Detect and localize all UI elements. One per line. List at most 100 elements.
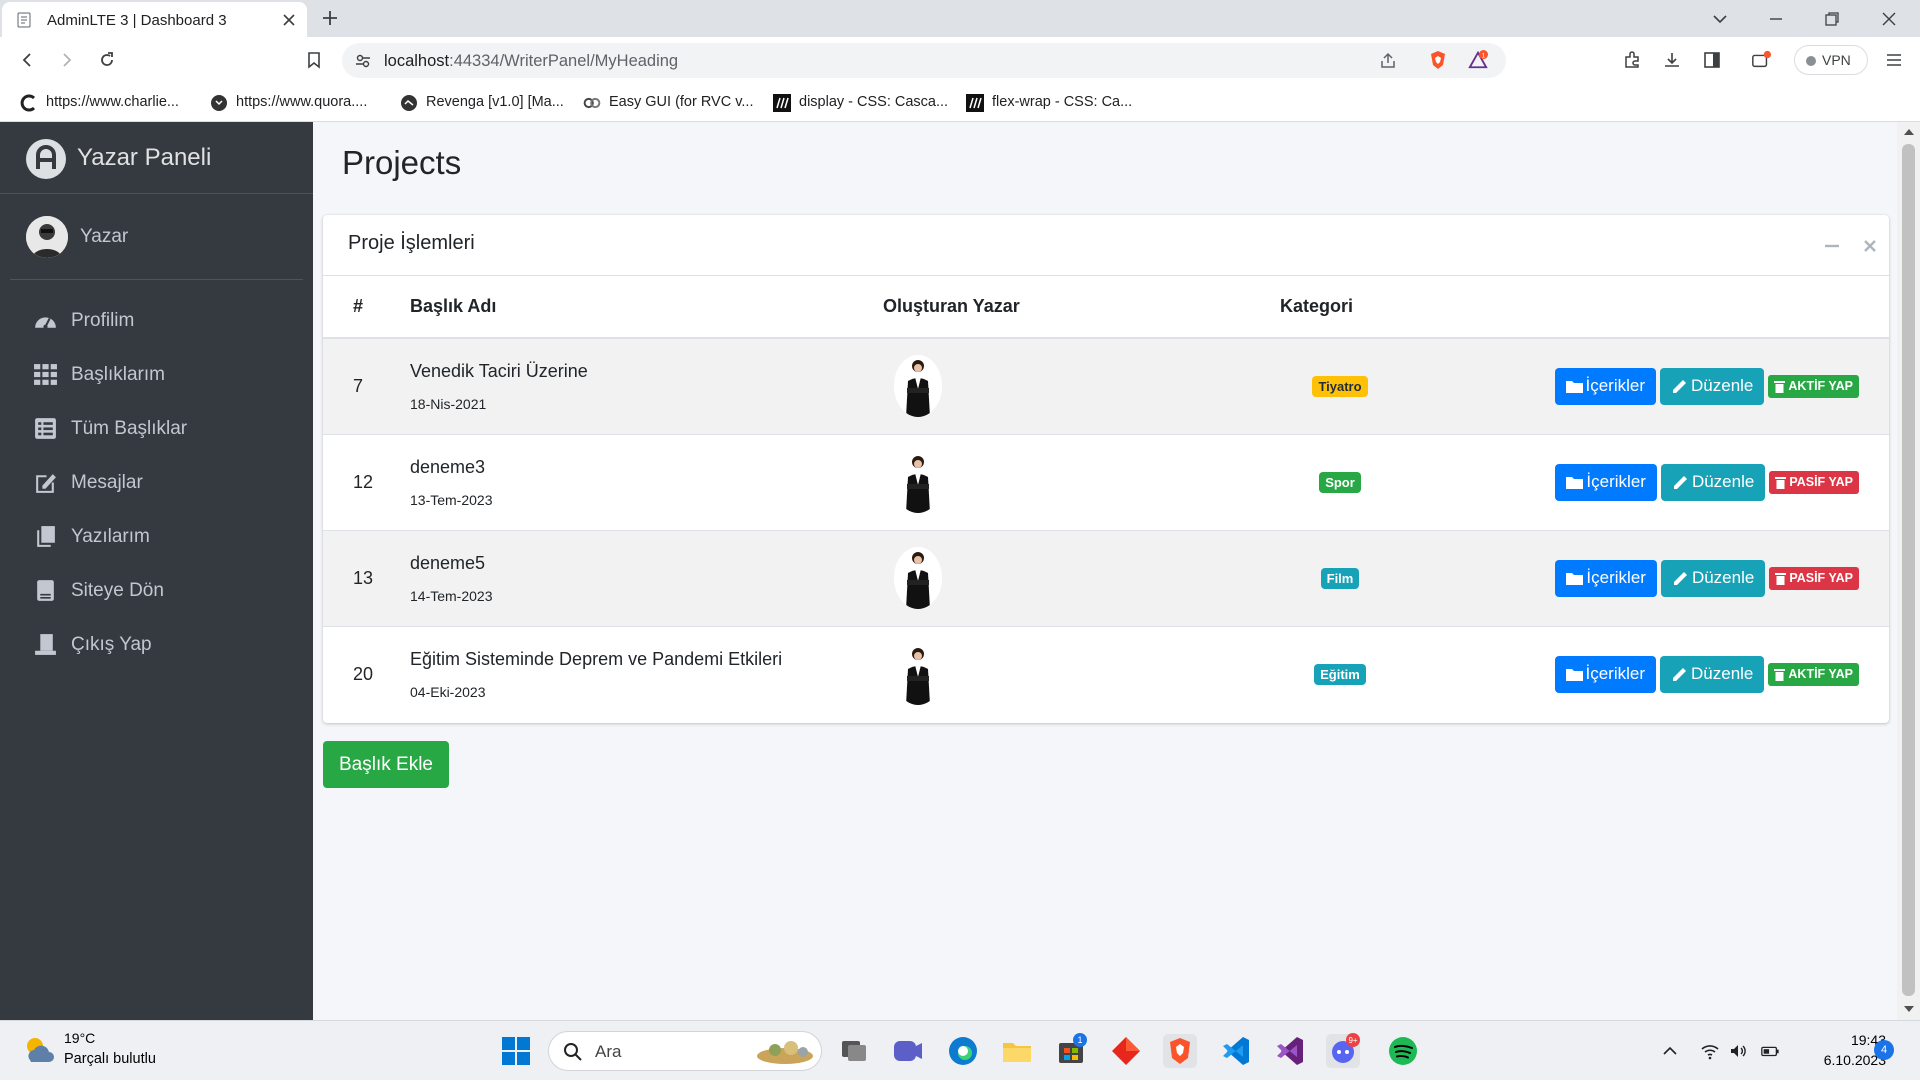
sidebar-item-yazilarim[interactable]: Yazılarım [10,510,303,564]
partly-cloudy-icon[interactable] [22,1034,56,1066]
sidebar-item-basliklarim[interactable]: Başlıklarım [10,348,303,402]
close-tab-icon[interactable] [282,13,296,27]
discord-badge: 9+ [1348,1036,1357,1045]
table-row: 7 Venedik Taciri Üzerine 18-Nis-2021 Tiyatr… [323,338,1889,434]
app-red-diamond-icon[interactable] [1106,1031,1146,1071]
sidebar-item-profilim[interactable]: Profilim [10,294,303,348]
card-header: Proje İşlemleri [323,215,1889,276]
sidebar-item-cikis-yap[interactable]: Çıkış Yap [10,618,303,672]
page-scrollbar[interactable] [1897,122,1920,1020]
status-label: PASİF YAP [1789,571,1853,585]
task-view-icon[interactable] [834,1031,874,1071]
wallet-icon[interactable] [1751,50,1771,70]
edge-icon[interactable] [943,1031,983,1071]
row-id: 20 [353,663,374,684]
status-toggle-button[interactable]: AKTİF YAP [1768,662,1859,686]
table-header-row: # Başlık Adı Oluşturan Yazar Kategori [323,276,1889,339]
address-bar[interactable]: localhost:44334/WriterPanel/MyHeading 1 [342,43,1506,78]
edit-button[interactable]: Düzenle [1660,367,1765,405]
notification-badge[interactable]: 4 [1874,1040,1894,1060]
contents-button[interactable]: İçerikler [1554,655,1657,693]
status-label: AKTİF YAP [1788,667,1853,682]
visual-studio-icon[interactable] [1269,1031,1309,1071]
discord-icon[interactable]: 9+ [1323,1031,1363,1071]
sidebar-item-mesajlar[interactable]: Mesajlar [10,456,303,510]
scroll-up-arrow[interactable] [1904,129,1914,135]
charlie-icon [20,94,36,112]
restore-icon[interactable] [1823,10,1841,28]
row-actions-cell: İçerikler Düzenle PASİF YAP [1489,434,1889,530]
tab-search-chevron-icon[interactable] [1711,10,1729,28]
windows-start-icon[interactable] [496,1031,536,1071]
row-title: deneme5 [410,552,486,573]
bookmark-icon[interactable] [304,50,324,70]
site-settings-icon[interactable] [354,52,372,70]
status-toggle-button[interactable]: PASİF YAP [1769,566,1859,590]
reload-icon[interactable] [97,50,117,70]
search-highlight-icon [757,1041,813,1064]
scroll-down-arrow[interactable] [1904,1006,1914,1012]
edit-label: Düzenle [1691,568,1755,587]
download-icon[interactable] [1662,50,1682,70]
browser-tab[interactable]: AdminLTE 3 | Dashboard 3 [2,2,307,37]
sidebar-item-label: Çıkış Yap [71,634,152,655]
forward-icon[interactable] [57,50,77,70]
book-icon [37,580,54,601]
spotify-icon[interactable] [1383,1031,1423,1071]
user-panel[interactable]: Yazar [10,194,303,280]
brave-shield-icon[interactable] [1428,50,1448,70]
volume-icon[interactable] [1728,1041,1748,1061]
close-window-icon[interactable] [1880,10,1898,28]
browser-toolbar: localhost:44334/WriterPanel/MyHeading 1 … [0,37,1920,84]
add-heading-button[interactable]: Başlık Ekle [323,741,449,788]
sidebar-item-label: Mesajlar [71,472,143,493]
new-tab-icon[interactable] [321,9,339,27]
sidebar-item-label: Yazılarım [71,526,150,547]
vpn-button[interactable]: VPN [1794,45,1868,75]
status-label: AKTİF YAP [1788,379,1853,394]
edit-label: Düzenle [1691,472,1755,491]
minimize-icon[interactable] [1767,10,1785,28]
sidebar-toggle-icon[interactable] [1702,50,1722,70]
projects-table: # Başlık Adı Oluşturan Yazar Kategori 7 V… [323,276,1889,722]
wifi-icon[interactable] [1700,1041,1720,1061]
system-clock[interactable]: 19:43 6.10.2023 [1796,1030,1886,1070]
sidebar-item-tum-basliklar[interactable]: Tüm Başlıklar [10,402,303,456]
menu-icon[interactable] [1884,50,1904,70]
taskbar-search[interactable]: Ara [548,1031,822,1071]
battery-icon[interactable] [1760,1041,1780,1061]
sidebar-item-siteye-don[interactable]: Siteye Dön [10,564,303,618]
mdn-icon [966,94,984,112]
extensions-icon[interactable] [1622,50,1642,70]
row-writer-cell [883,530,1280,626]
url-text[interactable]: localhost:44334/WriterPanel/MyHeading [384,52,678,71]
brave-browser-icon[interactable] [1160,1031,1200,1071]
scroll-thumb[interactable] [1902,144,1915,996]
contents-button[interactable]: İçerikler [1555,463,1657,501]
microsoft-store-icon[interactable]: 1 [1051,1031,1091,1071]
status-toggle-button[interactable]: PASİF YAP [1769,470,1859,494]
quora-icon [211,95,227,111]
contents-button[interactable]: İçerikler [1554,367,1657,405]
folder-icon [1566,572,1584,585]
brave-rewards-icon[interactable]: 1 [1468,50,1488,70]
vscode-icon[interactable] [1215,1031,1255,1071]
brand-link[interactable]: Yazar Paneli [0,122,313,194]
teams-chat-icon[interactable] [888,1031,928,1071]
status-toggle-button[interactable]: AKTİF YAP [1768,374,1859,398]
search-icon [564,1043,582,1061]
contents-button[interactable]: İçerikler [1555,559,1657,597]
edit-button[interactable]: Düzenle [1660,559,1766,597]
edit-button[interactable]: Düzenle [1660,463,1766,501]
colab-icon [583,97,601,109]
content-wrapper: Projects Proje İşlemleri # Başlık Adı Ol… [313,122,1897,1020]
user-name[interactable]: Yazar [80,226,128,248]
remove-icon[interactable] [1861,237,1879,255]
back-icon[interactable] [17,50,37,70]
collapse-icon[interactable] [1823,237,1841,255]
share-icon[interactable] [1378,51,1398,71]
row-date: 14-Tem-2023 [410,587,493,604]
edit-button[interactable]: Düzenle [1660,655,1765,693]
chevron-up-icon[interactable] [1660,1041,1680,1061]
file-explorer-icon[interactable] [997,1031,1037,1071]
